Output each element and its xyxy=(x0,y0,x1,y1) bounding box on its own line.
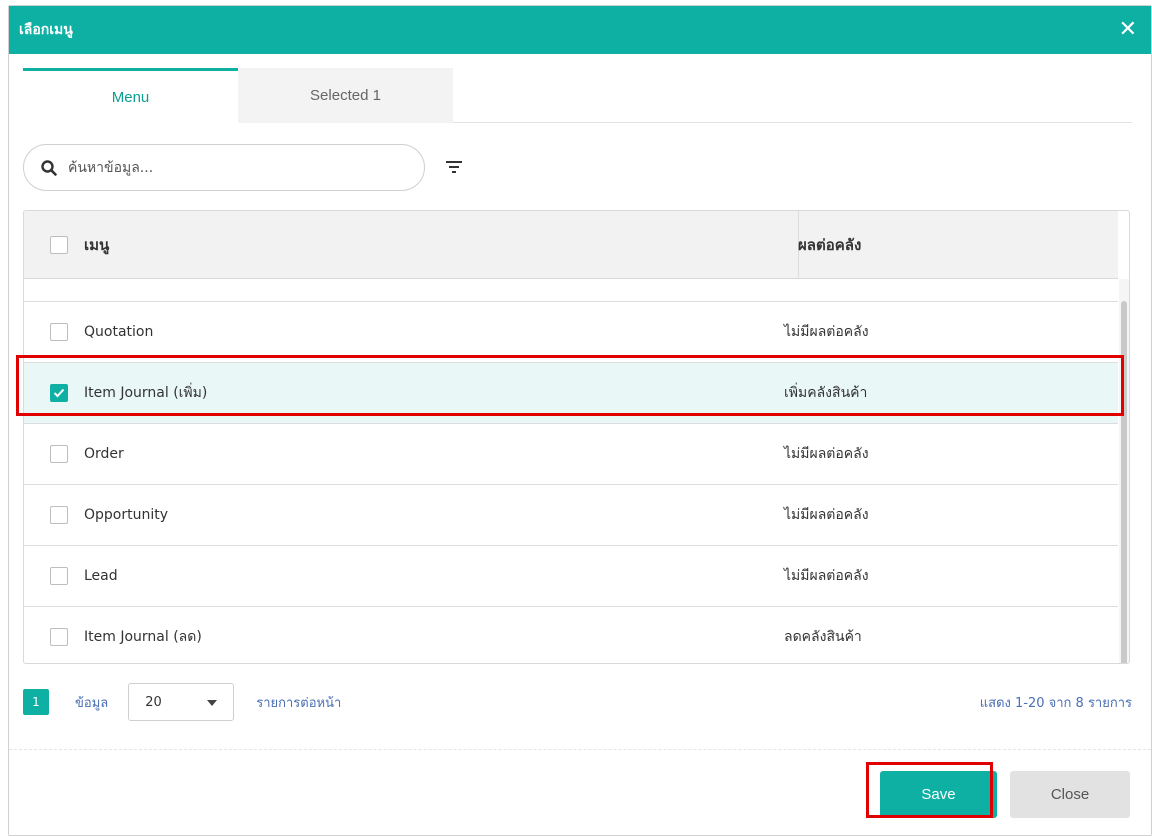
search-icon xyxy=(40,159,58,177)
table-row[interactable]: Order ไม่มีผลต่อคลัง xyxy=(24,423,1118,484)
row-checkbox[interactable] xyxy=(50,384,68,402)
row-menu-name: Opportunity xyxy=(84,507,169,523)
row-menu-name: Item Journal (ลด) xyxy=(84,629,202,645)
check-icon xyxy=(53,388,65,398)
page-button-current[interactable]: 1 xyxy=(23,689,49,715)
page-size-value: 20 xyxy=(145,694,162,710)
scrollbar-thumb[interactable] xyxy=(1121,301,1127,663)
row-menu-name: Lead xyxy=(84,568,118,584)
header-checkbox[interactable] xyxy=(50,211,68,279)
tab-menu[interactable]: Menu xyxy=(23,68,238,123)
table-row[interactable]: Quotation ไม่มีผลต่อคลัง xyxy=(24,301,1118,362)
data-label: ข้อมูล xyxy=(75,695,109,711)
row-stock-effect: ไม่มีผลต่อคลัง xyxy=(784,507,869,523)
footer-divider xyxy=(9,749,1151,750)
search-input[interactable] xyxy=(68,159,388,176)
row-checkbox[interactable] xyxy=(50,445,68,463)
row-menu-name: Order xyxy=(84,446,124,462)
filter-icon[interactable] xyxy=(443,156,465,178)
table-scrollbar[interactable] xyxy=(1119,279,1129,663)
per-page-label: รายการต่อหน้า xyxy=(256,695,342,711)
record-summary: แสดง 1-20 จาก 8 รายการ xyxy=(979,695,1132,711)
save-button[interactable]: Save xyxy=(880,771,997,818)
page-size-select[interactable]: 20 xyxy=(128,683,235,721)
column-menu: เมนู xyxy=(84,236,110,254)
table-row[interactable]: Lead ไม่มีผลต่อคลัง xyxy=(24,545,1118,606)
table-header: เมนู ผลต่อคลัง xyxy=(24,211,1118,279)
search-box xyxy=(23,144,425,191)
row-checkbox[interactable] xyxy=(50,567,68,585)
table-row[interactable]: Item Journal (ลด) ลดคลังสินค้า xyxy=(24,606,1118,663)
row-menu-name: Item Journal (เพิ่ม) xyxy=(84,385,208,401)
row-checkbox[interactable] xyxy=(50,628,68,646)
tab-selected[interactable]: Selected 1 xyxy=(238,68,453,123)
tab-bar: Menu Selected 1 xyxy=(23,68,1132,123)
row-checkbox[interactable] xyxy=(50,506,68,524)
pagination: 1 ข้อมูล 20 รายการต่อหน้า แสดง 1-20 จาก … xyxy=(23,682,1132,722)
close-button[interactable]: Close xyxy=(1010,771,1130,818)
row-stock-effect: ลดคลังสินค้า xyxy=(784,629,862,645)
row-checkbox[interactable] xyxy=(50,323,68,341)
column-stock-effect: ผลต่อคลัง xyxy=(798,236,862,254)
caret-down-icon xyxy=(207,695,218,710)
row-menu-name: Quotation xyxy=(84,324,154,340)
dialog-header: เลือกเมนู ✕ xyxy=(9,6,1151,54)
menu-table: เมนู ผลต่อคลัง Quotation ไม่มีผลต่อคลัง … xyxy=(23,210,1130,664)
row-stock-effect: ไม่มีผลต่อคลัง xyxy=(784,324,869,340)
row-stock-effect: เพิ่มคลังสินค้า xyxy=(784,385,868,401)
select-all-checkbox[interactable] xyxy=(50,236,68,254)
row-stock-effect: ไม่มีผลต่อคลัง xyxy=(784,446,869,462)
dialog-title: เลือกเมนู xyxy=(19,22,73,38)
row-stock-effect: ไม่มีผลต่อคลัง xyxy=(784,568,869,584)
table-row[interactable]: Item Journal (เพิ่ม) เพิ่มคลังสินค้า xyxy=(24,362,1118,423)
close-icon[interactable]: ✕ xyxy=(1119,19,1137,41)
table-row[interactable]: Opportunity ไม่มีผลต่อคลัง xyxy=(24,484,1118,545)
select-menu-dialog: เลือกเมนู ✕ Menu Selected 1 เมนู ผลต่อคล… xyxy=(8,5,1152,836)
